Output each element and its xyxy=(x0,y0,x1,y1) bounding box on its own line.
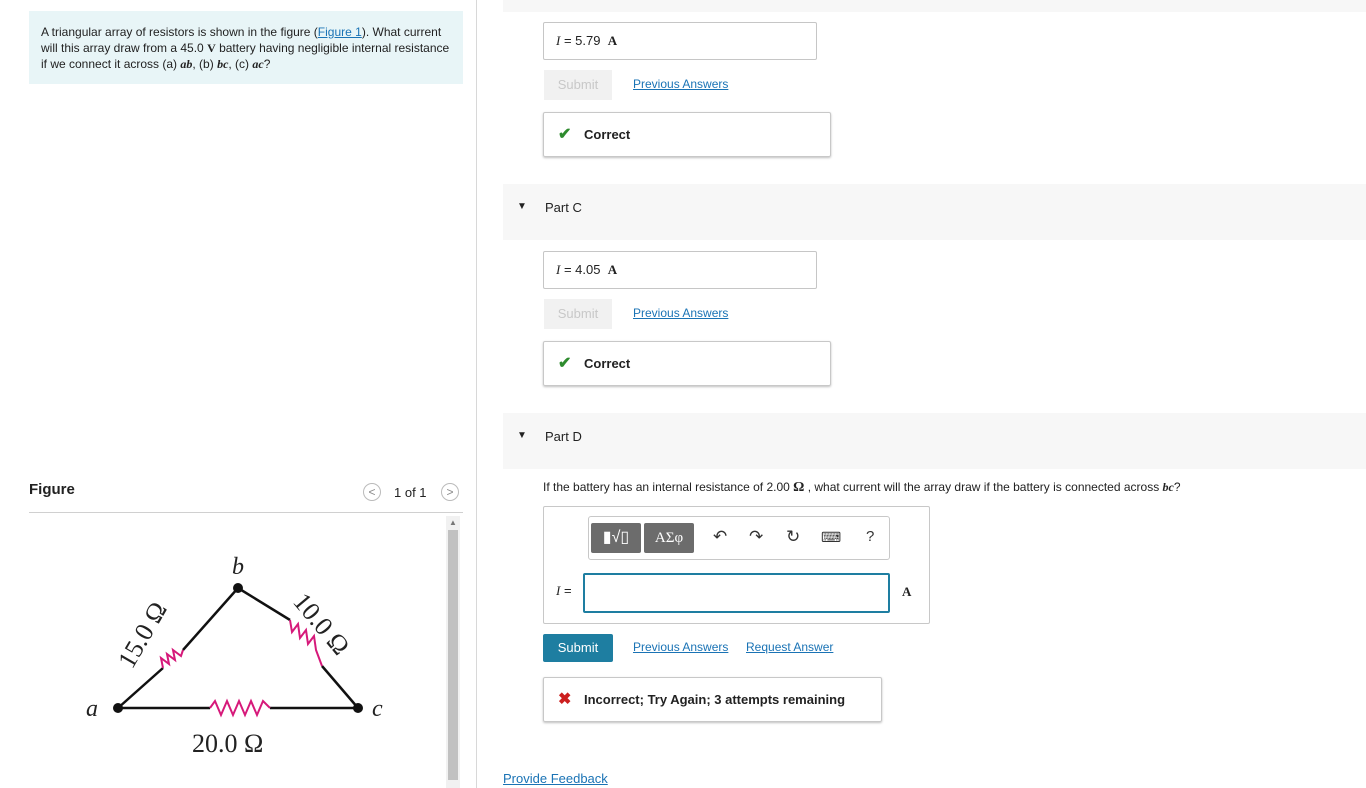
resistor-triangle-diagram: a b c 15.0 Ω 10.0 Ω 20.0 Ω xyxy=(86,554,383,758)
problem-statement: A triangular array of resistors is shown… xyxy=(29,11,463,84)
incorrect-x-icon: ✖ xyxy=(558,691,572,708)
problem-text: , (b) xyxy=(192,57,218,71)
part-d-unit: A xyxy=(902,584,912,599)
prev-figure-button[interactable]: < xyxy=(363,483,381,501)
collapse-triangle-icon: ▼ xyxy=(517,201,527,212)
problem-text: ? xyxy=(263,57,271,71)
figure-pager: 1 of 1 xyxy=(394,485,427,500)
wire-bc-c xyxy=(321,665,359,709)
part-d-header[interactable]: ▼ Part D xyxy=(503,413,1366,469)
check-icon: ✔ xyxy=(558,126,572,143)
node-c-label: c xyxy=(372,696,383,722)
request-answer-link[interactable]: Request Answer xyxy=(746,640,833,654)
part-d-var-label: I = xyxy=(556,583,572,598)
node-b-label: b xyxy=(232,554,244,580)
undo-icon[interactable]: ↶ xyxy=(713,527,727,547)
collapse-triangle-icon: ▼ xyxy=(517,430,527,441)
part-b-answer: I = 5.79 A xyxy=(543,22,817,60)
node-a-label: a xyxy=(86,696,98,722)
greek-symbols-button[interactable]: ΑΣφ xyxy=(644,523,694,553)
unit-volts: V xyxy=(207,41,216,55)
part-d-answer-input[interactable] xyxy=(583,573,890,613)
resistor-ab xyxy=(159,647,184,669)
node-b-dot xyxy=(233,583,243,593)
scroll-thumb[interactable] xyxy=(448,530,458,780)
provide-feedback-link[interactable]: Provide Feedback xyxy=(503,771,608,786)
part-b-feedback: ✔ Correct xyxy=(543,112,831,157)
wire-ab-b xyxy=(182,587,239,651)
part-d-submit-button[interactable]: Submit xyxy=(543,634,613,662)
resistor-ab-label: 15.0 Ω xyxy=(112,597,173,673)
figure-scrollbar[interactable]: ▲ xyxy=(446,516,460,788)
part-c-answer: I = 4.05 A xyxy=(543,251,817,289)
part-d-answer-area: ▮√▯ ΑΣφ ↶ ↷ ↻ ⌨ ? I = A xyxy=(543,506,930,624)
node-c-dot xyxy=(353,703,363,713)
node-a-dot xyxy=(113,703,123,713)
reset-icon[interactable]: ↻ xyxy=(786,527,800,547)
part-b-value: 5.79 xyxy=(575,33,601,48)
figure-title: Figure xyxy=(29,481,75,498)
next-figure-button[interactable]: > xyxy=(441,483,459,501)
figure-divider xyxy=(29,512,463,513)
part-c-feedback: ✔ Correct xyxy=(543,341,831,386)
part-c-header[interactable]: ▼ Part C xyxy=(503,184,1366,240)
part-c-unit: A xyxy=(607,262,618,277)
scroll-up-icon[interactable]: ▲ xyxy=(449,518,457,527)
templates-button[interactable]: ▮√▯ xyxy=(591,523,641,553)
math-bc: bc xyxy=(217,57,229,71)
equation-toolbar: ▮√▯ ΑΣφ ↶ ↷ ↻ ⌨ ? xyxy=(588,516,890,560)
wire-a-ab xyxy=(117,667,164,709)
resistor-ac xyxy=(209,698,271,718)
resistor-ac-label: 20.0 Ω xyxy=(192,729,263,758)
keyboard-icon[interactable]: ⌨ xyxy=(821,529,841,546)
part-c-submit-button[interactable]: Submit xyxy=(544,299,612,329)
part-c-previous-answers-link[interactable]: Previous Answers xyxy=(633,306,728,320)
part-b-previous-answers-link[interactable]: Previous Answers xyxy=(633,77,728,91)
part-d-feedback: ✖ Incorrect; Try Again; 3 attempts remai… xyxy=(543,677,882,722)
math-ac: ac xyxy=(252,57,264,71)
problem-text: , (c) xyxy=(228,57,253,71)
pane-divider xyxy=(476,0,477,788)
part-b-header-remnant xyxy=(503,0,1366,12)
part-d-question: If the battery has an internal resistanc… xyxy=(543,480,1181,495)
part-b-submit-button[interactable]: Submit xyxy=(544,70,612,100)
part-c-value: 4.05 xyxy=(575,262,601,277)
help-icon[interactable]: ? xyxy=(866,528,874,545)
problem-text: A triangular array of resistors is shown… xyxy=(41,25,318,39)
redo-icon[interactable]: ↷ xyxy=(749,527,763,547)
part-b-unit: A xyxy=(607,33,618,48)
part-d-previous-answers-link[interactable]: Previous Answers xyxy=(633,640,728,654)
figure-link[interactable]: Figure 1 xyxy=(318,25,362,39)
math-ab: ab xyxy=(180,57,193,71)
wire-b-bc xyxy=(237,586,291,622)
check-icon: ✔ xyxy=(558,355,572,372)
